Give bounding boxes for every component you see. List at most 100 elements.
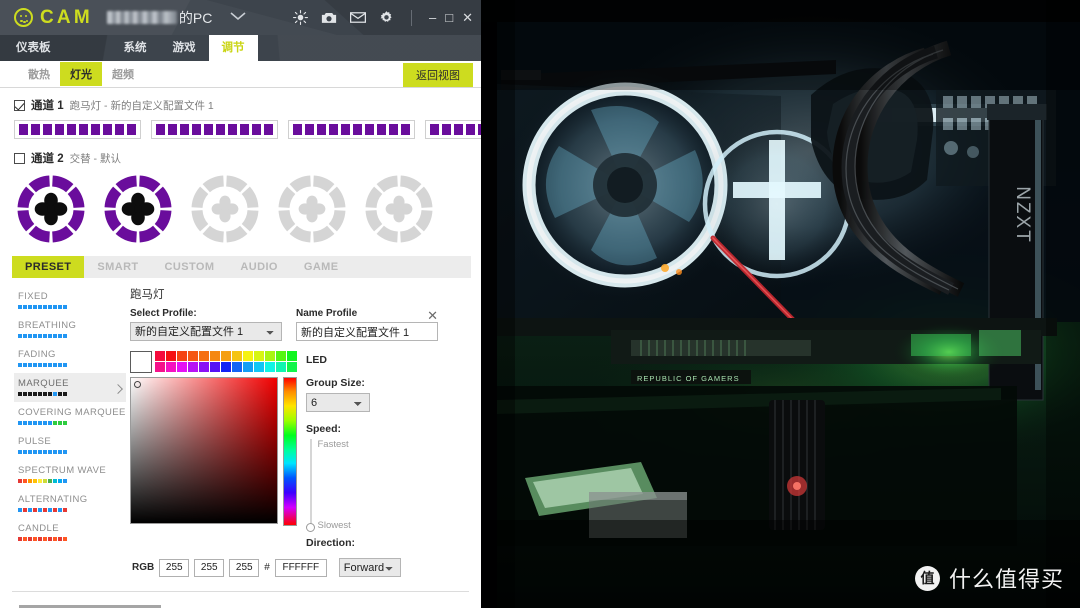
effect-item-fading[interactable]: FADING [14, 344, 126, 373]
led-segment[interactable] [466, 124, 475, 135]
effect-item-covering-marquee[interactable]: COVERING MARQUEE [14, 402, 126, 431]
saturation-value-field[interactable] [130, 377, 278, 524]
fan-ring-icon[interactable] [16, 174, 86, 244]
color-swatch[interactable] [287, 362, 297, 372]
led-segment[interactable] [19, 124, 28, 135]
led-segment[interactable] [192, 124, 201, 135]
led-segment[interactable] [216, 124, 225, 135]
color-swatch[interactable] [177, 362, 187, 372]
led-segment[interactable] [341, 124, 350, 135]
led-segment[interactable] [228, 124, 237, 135]
subtab-cooling[interactable]: 散热 [18, 62, 60, 86]
group-size-dropdown[interactable]: 6 [306, 393, 370, 412]
pc-selector-chevron-down-icon[interactable] [228, 9, 248, 27]
led-segment[interactable] [305, 124, 314, 135]
select-profile-dropdown[interactable]: 新的自定义配置文件 1 [130, 322, 282, 341]
return-view-button[interactable]: 返回视图 [403, 63, 473, 87]
brightness-icon[interactable] [293, 10, 308, 25]
color-swatch[interactable] [276, 351, 286, 361]
color-swatch[interactable] [254, 362, 264, 372]
sv-cursor-handle[interactable] [134, 381, 141, 388]
tab-dashboard[interactable]: 仪表板 [14, 35, 111, 61]
color-swatch[interactable] [166, 362, 176, 372]
speed-knob[interactable] [306, 523, 315, 532]
color-swatch[interactable] [166, 351, 176, 361]
led-segment[interactable] [91, 124, 100, 135]
led-segment[interactable] [103, 124, 112, 135]
color-swatch[interactable] [265, 351, 275, 361]
led-segment[interactable] [442, 124, 451, 135]
led-segment[interactable] [430, 124, 439, 135]
led-segment[interactable] [115, 124, 124, 135]
subtab-lighting[interactable]: 灯光 [60, 62, 102, 86]
led-segment[interactable] [329, 124, 338, 135]
hex-color-input[interactable] [274, 558, 327, 577]
color-swatch[interactable] [188, 351, 198, 361]
fan-ring-icon[interactable] [364, 174, 434, 244]
color-swatch[interactable] [243, 362, 253, 372]
color-swatch[interactable] [210, 351, 220, 361]
led-segment[interactable] [180, 124, 189, 135]
led-segment[interactable] [43, 124, 52, 135]
led-segment[interactable] [55, 124, 64, 135]
led-segment[interactable] [389, 124, 398, 135]
color-swatch[interactable] [177, 351, 187, 361]
fan-ring-icon[interactable] [277, 174, 347, 244]
tab-tuning[interactable]: 调节 [208, 35, 258, 61]
led-segment[interactable] [365, 124, 374, 135]
effect-item-marquee[interactable]: MARQUEE [14, 373, 126, 402]
effect-item-candle[interactable]: CANDLE [14, 518, 126, 547]
rgb-blue-input[interactable] [229, 558, 260, 577]
effect-item-spectrum-wave[interactable]: SPECTRUM WAVE [14, 460, 126, 489]
led-strip[interactable] [425, 120, 481, 139]
color-swatch[interactable] [155, 362, 165, 372]
close-icon[interactable]: ✕ [413, 309, 438, 322]
color-swatch[interactable] [155, 351, 165, 361]
led-segment[interactable] [252, 124, 261, 135]
led-segment[interactable] [264, 124, 273, 135]
color-swatch[interactable] [221, 362, 231, 372]
led-segment[interactable] [240, 124, 249, 135]
color-swatch[interactable] [221, 351, 231, 361]
color-swatch[interactable] [188, 362, 198, 372]
led-segment[interactable] [204, 124, 213, 135]
current-color-preview[interactable] [130, 351, 152, 373]
led-segment[interactable] [156, 124, 165, 135]
effect-item-pulse[interactable]: PULSE [14, 431, 126, 460]
led-segment[interactable] [67, 124, 76, 135]
speed-track[interactable] [306, 439, 315, 532]
minimize-button[interactable]: – [429, 11, 436, 24]
led-segment[interactable] [401, 124, 410, 135]
mail-icon[interactable] [350, 12, 366, 23]
color-swatch[interactable] [276, 362, 286, 372]
color-swatch[interactable] [254, 351, 264, 361]
led-segment[interactable] [454, 124, 463, 135]
led-segment[interactable] [31, 124, 40, 135]
effect-item-fixed[interactable]: FIXED [14, 286, 126, 315]
color-swatch[interactable] [287, 351, 297, 361]
mode-tab-game[interactable]: GAME [291, 256, 352, 278]
led-strip[interactable] [14, 120, 141, 139]
fan-ring-icon[interactable] [190, 174, 260, 244]
maximize-button[interactable]: □ [445, 11, 453, 24]
speed-slider[interactable]: Fastest Slowest [306, 439, 370, 532]
led-segment[interactable] [353, 124, 362, 135]
close-button[interactable]: ✕ [462, 11, 473, 24]
mode-tab-custom[interactable]: CUSTOM [152, 256, 228, 278]
mode-tab-preset[interactable]: PRESET [12, 256, 85, 278]
led-strip[interactable] [151, 120, 278, 139]
tab-games[interactable]: 游戏 [160, 35, 209, 61]
rgb-green-input[interactable] [194, 558, 225, 577]
channel-2-checkbox[interactable] [14, 152, 25, 164]
mode-tab-audio[interactable]: AUDIO [227, 256, 290, 278]
color-swatch[interactable] [199, 362, 209, 372]
color-swatch[interactable] [232, 362, 242, 372]
subtab-overclock[interactable]: 超频 [102, 62, 144, 86]
color-swatch[interactable] [243, 351, 253, 361]
name-profile-input[interactable] [296, 322, 438, 341]
led-segment[interactable] [317, 124, 326, 135]
led-segment[interactable] [127, 124, 136, 135]
effect-item-alternating[interactable]: ALTERNATING [14, 489, 126, 518]
gear-icon[interactable] [379, 10, 394, 25]
led-strip[interactable] [288, 120, 415, 139]
